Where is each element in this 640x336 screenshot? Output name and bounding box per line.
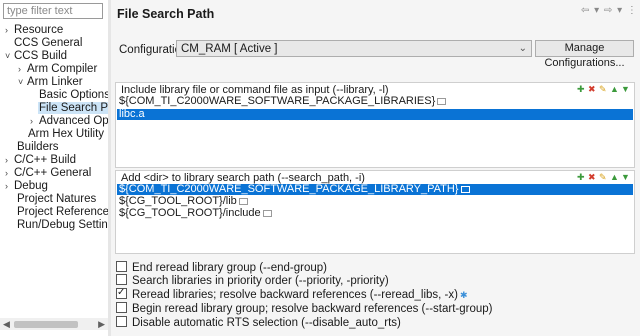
tree-item-arm-compiler[interactable]: › Arm Compiler <box>18 62 97 76</box>
configuration-select[interactable]: CM_RAM [ Active ] ⌄ <box>176 40 532 57</box>
tree-item-c-cpp-general[interactable]: › C/C++ General <box>5 166 91 180</box>
tree-item-builders[interactable]: Builders <box>17 140 59 154</box>
option-reread-libs[interactable]: Reread libraries; resolve backward refer… <box>116 286 468 301</box>
option-priority[interactable]: Search libraries in priority order (--pr… <box>116 274 389 287</box>
tree-item-basic-options[interactable]: Basic Options <box>39 88 110 102</box>
chevron-right-icon[interactable]: › <box>5 179 14 193</box>
configuration-value: CM_RAM [ Active ] <box>181 43 278 55</box>
scroll-left-icon[interactable]: ◀ <box>3 318 10 330</box>
page-title: File Search Path <box>117 7 215 21</box>
filter-input[interactable]: type filter text <box>3 3 103 19</box>
group-toolbar: ✚ ✖ ✎ ▲▼ <box>575 84 630 94</box>
chevron-right-icon[interactable]: › <box>5 166 14 180</box>
chevron-down-icon[interactable]: ˅ <box>5 49 14 63</box>
list-item[interactable]: ${COM_TI_C2000WARE_SOFTWARE_PACKAGE_LIBR… <box>117 96 633 107</box>
checkbox[interactable] <box>116 302 127 313</box>
scrollbar-thumb[interactable] <box>14 321 78 328</box>
checkbox[interactable] <box>116 316 127 327</box>
add-icon[interactable]: ✚ <box>577 84 586 94</box>
delete-icon[interactable]: ✖ <box>588 84 597 94</box>
list-item-selected[interactable]: ${COM_TI_C2000WARE_SOFTWARE_PACKAGE_LIBR… <box>117 184 633 195</box>
tree-item-project-references[interactable]: Project References <box>17 205 115 219</box>
list-item[interactable]: ${CG_TOOL_ROOT}/include <box>117 208 633 219</box>
manage-configurations-button[interactable]: Manage Configurations... <box>535 40 634 69</box>
edit-icon[interactable]: ✎ <box>599 84 608 94</box>
tree-item-debug[interactable]: › Debug <box>5 179 48 193</box>
variable-icon <box>437 97 447 105</box>
variable-icon <box>460 185 470 193</box>
preferences-tree-panel: type filter text › Resource CCS General ˅… <box>0 0 133 336</box>
tree-item-arm-linker[interactable]: ˅ Arm Linker <box>18 75 83 89</box>
tree-item-c-cpp-build[interactable]: › C/C++ Build <box>5 153 76 167</box>
include-library-group: Include library file or command file as … <box>115 82 635 168</box>
move-down-icon[interactable]: ▼ <box>621 172 630 182</box>
info-icon: ✱ <box>459 290 468 300</box>
option-end-group[interactable]: End reread library group (--end-group) <box>116 261 327 274</box>
add-icon[interactable]: ✚ <box>577 172 586 182</box>
chevron-right-icon[interactable]: › <box>5 153 14 167</box>
move-down-icon[interactable]: ▼ <box>621 84 630 94</box>
chevron-down-icon[interactable]: ⌄ <box>519 41 527 57</box>
chevron-right-icon[interactable]: › <box>5 23 14 37</box>
list-item-selected[interactable]: libc.a <box>117 109 633 120</box>
checkbox[interactable] <box>116 261 127 272</box>
chevron-right-icon[interactable]: › <box>18 62 27 76</box>
checkbox-checked[interactable] <box>116 286 127 299</box>
delete-icon[interactable]: ✖ <box>588 172 597 182</box>
checkbox[interactable] <box>116 274 127 285</box>
group-toolbar: ✚ ✖ ✎ ▲▼ <box>575 172 630 182</box>
tree-item-ccs-general[interactable]: CCS General <box>14 36 82 50</box>
variable-icon <box>262 209 272 217</box>
property-page: File Search Path ⇦ ▾ ⇨ ▾ ⋮ Configuration… <box>111 0 640 336</box>
scroll-right-icon[interactable]: ▶ <box>98 318 105 330</box>
tree-item-run-debug-settings[interactable]: Run/Debug Settings <box>17 218 120 232</box>
chevron-down-icon[interactable]: ˅ <box>18 75 27 89</box>
chevron-right-icon[interactable]: › <box>30 114 39 128</box>
history-nav-icons[interactable]: ⇦ ▾ ⇨ ▾ ⋮ <box>581 5 638 16</box>
move-up-icon[interactable]: ▲ <box>610 84 619 94</box>
tree-item-project-natures[interactable]: Project Natures <box>17 192 96 206</box>
option-start-group[interactable]: Begin reread library group; resolve back… <box>116 302 493 315</box>
variable-icon <box>238 197 248 205</box>
tree-item-resource[interactable]: › Resource <box>5 23 63 37</box>
move-up-icon[interactable]: ▲ <box>610 172 619 182</box>
horizontal-scrollbar[interactable]: ◀ ▶ <box>0 318 108 330</box>
list-item[interactable]: ${CG_TOOL_ROOT}/lib <box>117 196 633 207</box>
library-search-path-group: Add <dir> to library search path (--sear… <box>115 170 635 254</box>
tree-item-ccs-build[interactable]: ˅ CCS Build <box>5 49 67 63</box>
edit-icon[interactable]: ✎ <box>599 172 608 182</box>
option-disable-auto-rts[interactable]: Disable automatic RTS selection (--disab… <box>116 316 401 329</box>
